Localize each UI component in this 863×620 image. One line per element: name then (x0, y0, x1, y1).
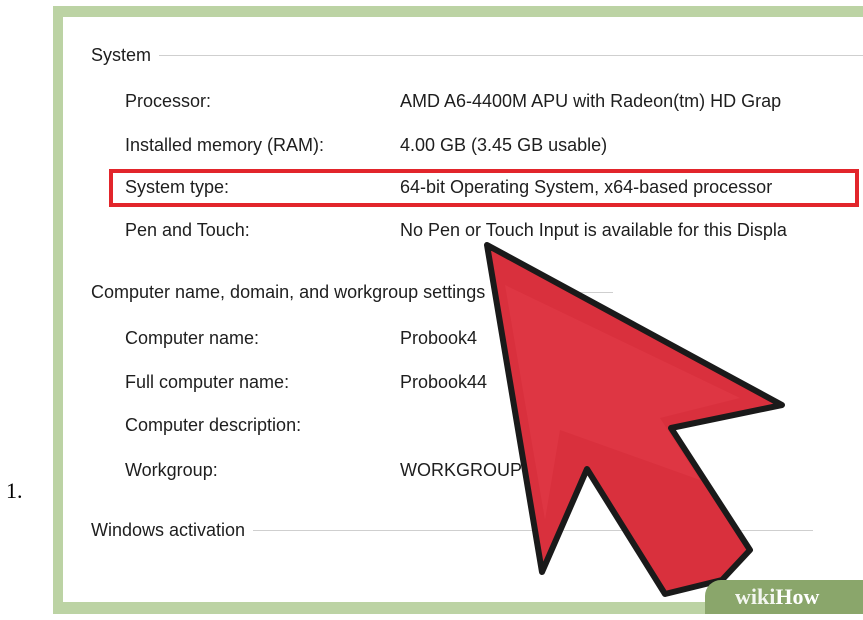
cursor-arrow-icon (484, 242, 785, 597)
watermark-how: How (775, 584, 820, 609)
watermark-wiki: wiki (735, 584, 776, 609)
wikihow-watermark: wikiHow (705, 580, 863, 614)
